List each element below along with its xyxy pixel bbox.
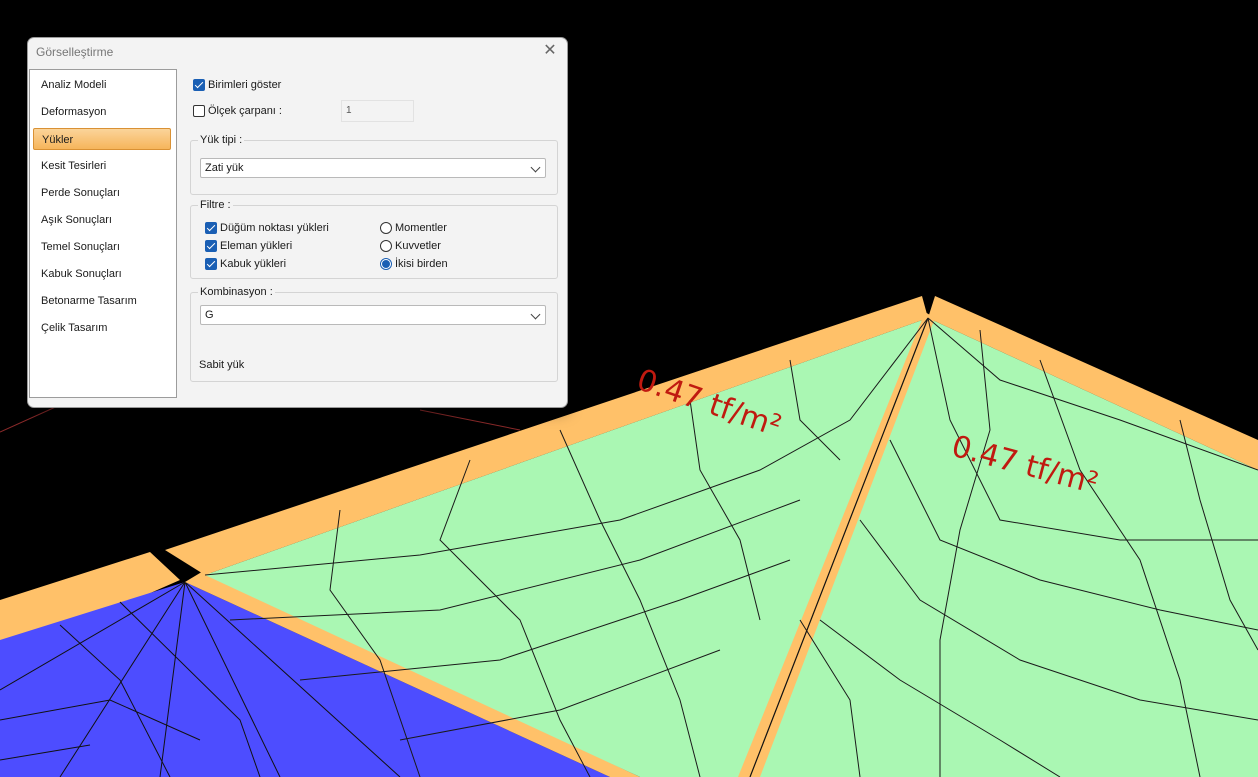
show-units-checkbox[interactable] [193,79,205,91]
nav-item-deformasyon[interactable]: Deformasyon [33,101,171,123]
chevron-down-icon [530,162,541,173]
nav-item-celik-tasarim[interactable]: Çelik Tasarım [33,317,171,339]
load-type-select[interactable]: Zati yük [200,158,546,178]
moments-label: Momentler [395,222,447,234]
scale-factor-label: Ölçek çarpanı : [208,105,282,117]
nav-item-yukler[interactable]: Yükler [33,128,171,150]
element-loads-checkbox[interactable] [205,240,217,252]
nav-item-kesit-tesirleri[interactable]: Kesit Tesirleri [33,155,171,177]
filter-title: Filtre : [198,199,233,211]
close-icon[interactable]: ✕ [541,42,559,60]
nav-item-analiz-modeli[interactable]: Analiz Modeli [33,74,171,96]
combination-value: G [205,309,214,321]
axis-line [0,404,61,433]
node-loads-checkbox[interactable] [205,222,217,234]
combination-title: Kombinasyon : [198,286,275,298]
shell-loads-checkbox[interactable] [205,258,217,270]
forces-radio[interactable] [380,240,392,252]
nav-item-betonarme-tasarim[interactable]: Betonarme Tasarım [33,290,171,312]
chevron-down-icon [530,309,541,320]
nav-item-perde-sonuclari[interactable]: Perde Sonuçları [33,182,171,204]
dialog-title: Görselleştirme [36,45,114,59]
show-units-label: Birimleri göster [208,79,282,91]
both-label: İkisi birden [395,258,448,270]
combination-description: Sabit yük [199,359,245,371]
load-type-group: Yük tipi : Zati yük [190,134,558,195]
element-loads-label: Eleman yükleri [220,240,293,252]
nav-item-temel-sonuclari[interactable]: Temel Sonuçları [33,236,171,258]
load-type-value: Zati yük [205,162,244,174]
combination-select[interactable]: G [200,305,546,325]
filter-group: Filtre : Düğüm noktası yükleri Eleman yü… [190,199,558,279]
nav-item-kabuk-sonuclari[interactable]: Kabuk Sonuçları [33,263,171,285]
load-type-title: Yük tipi : [198,134,245,146]
both-radio[interactable] [380,258,392,270]
nav-item-asik-sonuclari[interactable]: Aşık Sonuçları [33,209,171,231]
moments-radio[interactable] [380,222,392,234]
axis-line [419,409,521,431]
scale-factor-checkbox[interactable] [193,105,205,117]
combination-group: Kombinasyon : G Sabit yük [190,286,558,382]
shell-loads-label: Kabuk yükleri [220,258,287,270]
node-loads-label: Düğüm noktası yükleri [220,222,329,234]
visualization-dialog: Görselleştirme ✕ Analiz Modeli Deformasy… [27,37,568,408]
scale-factor-input[interactable]: 1 [341,100,414,122]
category-list: Analiz Modeli Deformasyon Yükler Kesit T… [29,69,177,398]
forces-label: Kuvvetler [395,240,441,252]
